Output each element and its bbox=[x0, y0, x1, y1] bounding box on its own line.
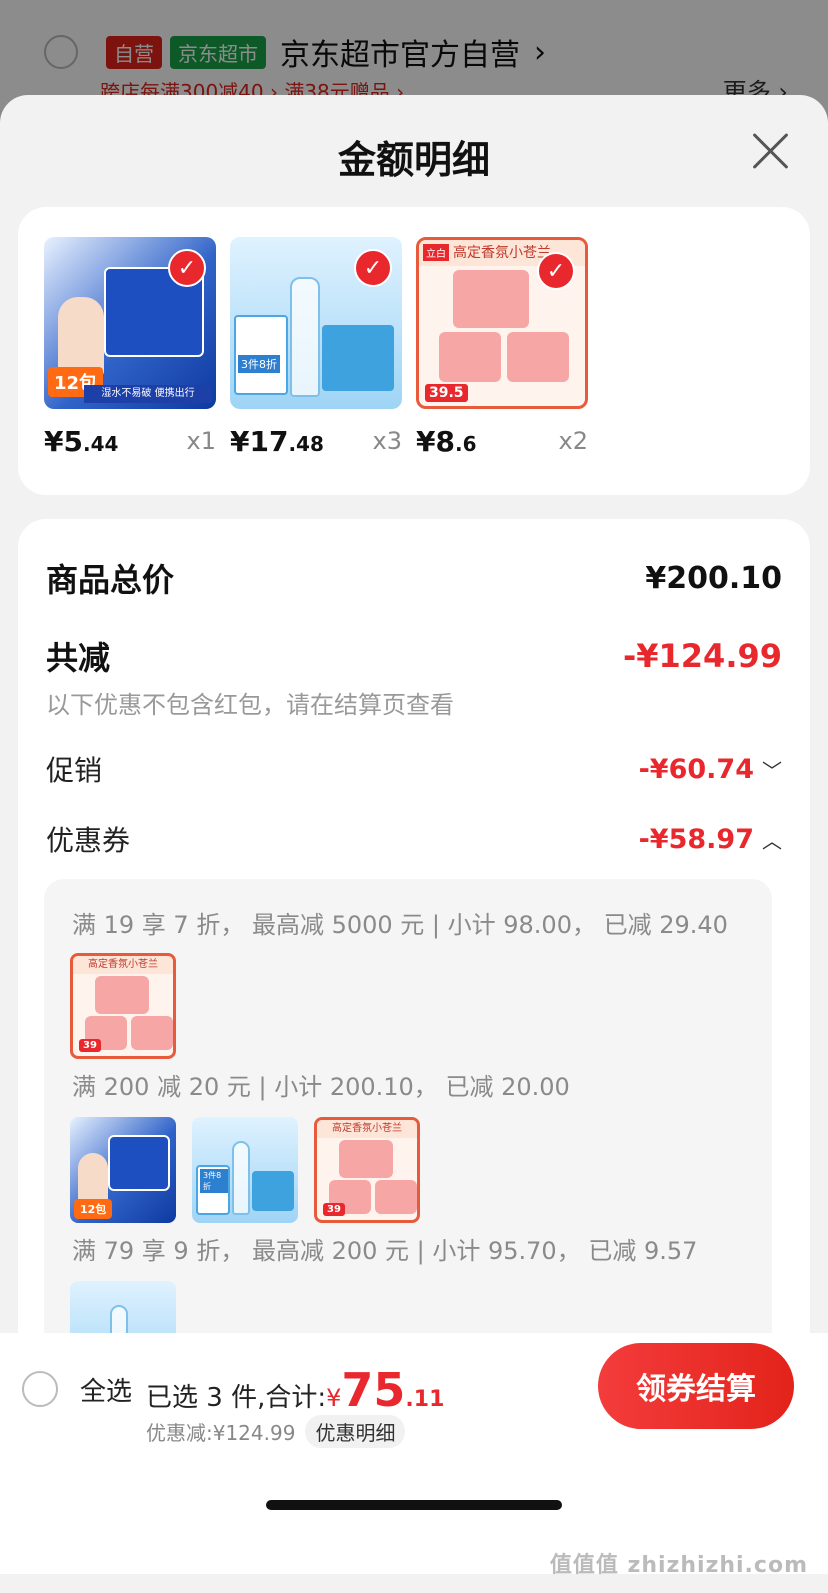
coupon-thumb-tissue[interactable]: 12包 bbox=[70, 1117, 176, 1223]
product-card: 12包 湿水不易破 便携出行 ✓ ¥5.44 x1 3件8折 ✓ ¥17.48 … bbox=[18, 207, 810, 495]
coupon-thumb-laundry[interactable]: 高定香氛小苍兰 39 bbox=[314, 1117, 420, 1223]
brand-logo: 立白 bbox=[423, 244, 449, 261]
reduce-note: 以下优惠不包含红包，请在结算页查看 bbox=[46, 691, 454, 719]
product-image-water: 3件8折 ✓ bbox=[230, 237, 402, 409]
total-integer: 75 bbox=[341, 1363, 406, 1417]
close-icon[interactable] bbox=[750, 131, 790, 171]
product-price: ¥17.48 bbox=[230, 425, 324, 458]
coupon-rule: 满 200 减 20 元 | 小计 200.10， 已减 20.00 bbox=[72, 1073, 570, 1101]
total-value: ¥200.10 bbox=[645, 560, 782, 596]
product-image-laundry: 高定香氛小苍兰 立白 39.5 ✓ bbox=[416, 237, 588, 409]
product-quantity: x2 bbox=[558, 427, 588, 455]
product-item[interactable]: 12包 湿水不易破 便携出行 ✓ ¥5.44 x1 bbox=[44, 237, 216, 458]
promo-value: -¥60.74 bbox=[638, 753, 754, 785]
reduce-value: -¥124.99 bbox=[622, 637, 782, 675]
product-strip: 湿水不易破 便携出行 bbox=[84, 385, 212, 403]
coupon-rule: 满 79 享 9 折， 最高减 200 元 | 小计 95.70， 已减 9.5… bbox=[72, 1237, 698, 1265]
selected-count-text: 已选 3 件,合计: bbox=[146, 1383, 327, 1413]
discount-summary: 优惠减:¥124.99 优惠明细 bbox=[146, 1415, 406, 1448]
overlay-dim bbox=[0, 0, 828, 110]
amount-detail-sheet: 金额明细 12包 湿水不易破 便携出行 ✓ ¥5.44 x1 3件8折 ✓ ¥1… bbox=[0, 95, 828, 1593]
product-quantity: x1 bbox=[186, 427, 216, 455]
promo-row[interactable]: 促销 -¥60.74 ﹀ bbox=[46, 749, 782, 789]
checkmark-icon[interactable]: ✓ bbox=[537, 252, 575, 290]
product-sign: 3件8折 bbox=[238, 355, 280, 373]
watermark: 值值值 zhizhizhi.com bbox=[549, 1553, 808, 1578]
reduce-row: 共减 -¥124.99 bbox=[46, 633, 782, 679]
coupon-label: 优惠券 bbox=[46, 824, 131, 857]
select-all-label[interactable]: 全选 bbox=[80, 1371, 132, 1408]
total-label: 商品总价 bbox=[46, 561, 175, 599]
total-currency: ¥ bbox=[326, 1384, 342, 1412]
selected-summary: 已选 3 件,合计: ¥ 75 .11 bbox=[146, 1363, 444, 1417]
total-row: 商品总价 ¥200.10 bbox=[46, 555, 782, 601]
checkout-button[interactable]: 领券结算 bbox=[598, 1343, 794, 1429]
checkout-footer: 全选 已选 3 件,合计: ¥ 75 .11 优惠减:¥124.99 优惠明细 … bbox=[0, 1333, 828, 1574]
coupon-thumb-laundry[interactable]: 高定香氛小苍兰 39 bbox=[70, 953, 176, 1059]
chevron-up-icon[interactable]: ︿ bbox=[762, 825, 782, 854]
total-decimal: .11 bbox=[405, 1387, 445, 1412]
product-item[interactable]: 高定香氛小苍兰 立白 39.5 ✓ ¥8.6 x2 bbox=[416, 237, 588, 458]
discount-text: 优惠减:¥124.99 bbox=[146, 1421, 296, 1445]
select-all-radio[interactable] bbox=[22, 1371, 58, 1407]
checkmark-icon[interactable]: ✓ bbox=[168, 249, 206, 287]
chevron-down-icon[interactable]: ﹀ bbox=[762, 755, 782, 784]
coupon-thumb-water[interactable]: 3件8折 bbox=[192, 1117, 298, 1223]
product-price: ¥5.44 bbox=[44, 425, 119, 458]
discount-detail-button[interactable]: 优惠明细 bbox=[305, 1415, 406, 1448]
coupon-value: -¥58.97 bbox=[638, 823, 754, 855]
sheet-title: 金额明细 bbox=[337, 138, 490, 182]
product-image-tissue: 12包 湿水不易破 便携出行 ✓ bbox=[44, 237, 216, 409]
product-item[interactable]: 3件8折 ✓ ¥17.48 x3 bbox=[230, 237, 402, 458]
coupon-row[interactable]: 优惠券 -¥58.97 ︿ bbox=[46, 819, 782, 859]
coupon-rule: 满 19 享 7 折， 最高减 5000 元 | 小计 98.00， 已减 29… bbox=[72, 911, 728, 939]
product-price: ¥8.6 bbox=[416, 425, 477, 458]
promo-label: 促销 bbox=[46, 754, 103, 787]
product-price-tag: 39.5 bbox=[425, 384, 468, 402]
checkmark-icon[interactable]: ✓ bbox=[354, 249, 392, 287]
reduce-label: 共减 bbox=[46, 639, 111, 677]
product-quantity: x3 bbox=[372, 427, 402, 455]
home-indicator[interactable] bbox=[266, 1500, 562, 1510]
